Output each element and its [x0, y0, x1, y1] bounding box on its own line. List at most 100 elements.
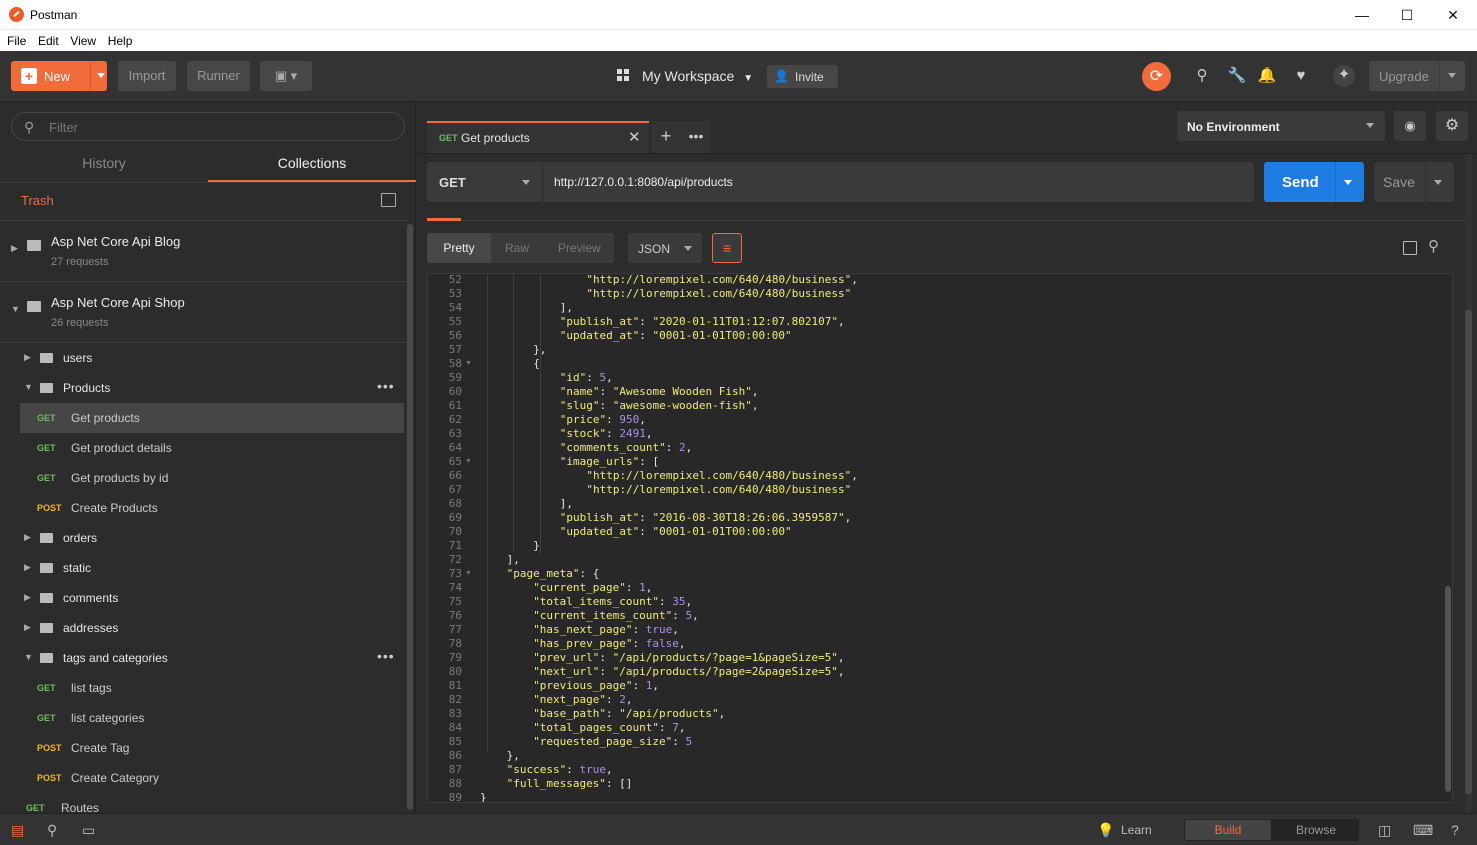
- eye-icon[interactable]: ◉: [1394, 111, 1426, 141]
- sidebar-folder[interactable]: ▼ tags and categories •••: [20, 643, 404, 673]
- code-line: "comments_count": 2,: [560, 441, 692, 455]
- chevron-down-icon[interactable]: ▼: [11, 304, 20, 314]
- chevron-right-icon[interactable]: ▶: [24, 352, 31, 363]
- more-tabs-button[interactable]: •••: [681, 121, 711, 153]
- menu-view[interactable]: View: [70, 30, 96, 48]
- chevron-right-icon[interactable]: ▶: [11, 243, 18, 254]
- indent-guide: [513, 274, 515, 554]
- sidebar-request[interactable]: POST Create Category: [20, 763, 404, 793]
- language-select[interactable]: JSON: [628, 233, 702, 263]
- request-tab[interactable]: GET Get products ✕: [427, 121, 649, 153]
- tab-history[interactable]: History: [0, 150, 208, 182]
- invite-button[interactable]: 👤 Invite: [767, 65, 838, 88]
- sidebar-folder[interactable]: ▶ orders: [20, 523, 404, 553]
- keyboard-shortcuts-icon[interactable]: ⌨: [1413, 822, 1433, 839]
- url-input[interactable]: http://127.0.0.1:8080/api/products: [543, 162, 1254, 202]
- filter-input[interactable]: ⚲ Filter: [11, 112, 405, 141]
- chevron-down-icon[interactable]: [1448, 73, 1456, 78]
- satellite-icon[interactable]: ⚲: [1192, 66, 1212, 86]
- chevron-down-icon[interactable]: [1344, 180, 1352, 185]
- sidebar-request[interactable]: GET Get product details: [20, 433, 404, 463]
- method-select[interactable]: GET: [427, 162, 542, 202]
- format-preview[interactable]: Preview: [558, 241, 601, 255]
- gear-icon[interactable]: ⚙: [1436, 111, 1468, 141]
- sidebar-folder[interactable]: ▶ users: [20, 343, 404, 373]
- maximize-button[interactable]: ☐: [1384, 0, 1430, 30]
- close-icon[interactable]: ✕: [628, 128, 641, 146]
- code-line: "publish_at": "2020-01-11T01:12:07.80210…: [560, 315, 845, 329]
- lightbulb-icon[interactable]: 💡: [1097, 822, 1114, 839]
- environment-select[interactable]: No Environment: [1177, 111, 1385, 141]
- chevron-right-icon[interactable]: ▶: [24, 532, 31, 543]
- chevron-down-icon[interactable]: ▼: [24, 382, 33, 392]
- chevron-down-icon[interactable]: ▼: [24, 652, 33, 662]
- save-button[interactable]: Save: [1374, 162, 1454, 202]
- more-options-icon[interactable]: •••: [377, 378, 395, 394]
- chevron-right-icon[interactable]: ▶: [24, 622, 31, 633]
- wrench-icon[interactable]: 🔧: [1227, 66, 1247, 86]
- sidebar-scrollbar[interactable]: [407, 224, 413, 810]
- send-button[interactable]: Send: [1264, 162, 1364, 202]
- tab-collections[interactable]: Collections: [208, 150, 416, 182]
- code-line: "http://lorempixel.com/640/480/business"…: [586, 469, 858, 483]
- more-options-icon[interactable]: •••: [377, 648, 395, 664]
- trash-link[interactable]: Trash: [21, 193, 54, 208]
- sidebar-folder[interactable]: ▶ static: [20, 553, 404, 583]
- new-collection-icon[interactable]: [381, 193, 396, 207]
- collection-item[interactable]: ▶ Asp Net Core Api Blog 27 requests: [0, 221, 408, 281]
- browse-mode-button[interactable]: Browse: [1274, 820, 1358, 840]
- learn-link[interactable]: Learn: [1121, 823, 1152, 837]
- heart-icon[interactable]: ♥: [1291, 66, 1311, 86]
- runner-button[interactable]: Runner: [187, 61, 250, 91]
- chevron-right-icon[interactable]: ▶: [24, 592, 31, 603]
- sidebar-folder[interactable]: ▼ Products •••: [20, 373, 404, 403]
- menu-file[interactable]: File: [7, 30, 26, 48]
- sidebar-folder[interactable]: ▶ addresses: [20, 613, 404, 643]
- pane-scrollbar[interactable]: [1465, 154, 1472, 814]
- build-mode-button[interactable]: Build: [1185, 820, 1271, 840]
- two-pane-view-icon[interactable]: ◫: [1378, 822, 1391, 839]
- format-raw[interactable]: Raw: [505, 241, 529, 255]
- open-new-window-button[interactable]: ▣ ▾: [260, 61, 312, 91]
- new-button[interactable]: + New: [11, 61, 107, 91]
- import-button[interactable]: Import: [118, 61, 176, 91]
- collection-item[interactable]: ▼ Asp Net Core Api Shop 26 requests: [0, 282, 408, 342]
- workspace-switcher[interactable]: My Workspace ▼: [642, 68, 753, 84]
- menu-edit[interactable]: Edit: [38, 30, 59, 48]
- sidebar-request[interactable]: GET Get products: [20, 403, 404, 433]
- menu-help[interactable]: Help: [108, 30, 133, 48]
- sync-status-icon[interactable]: ⟳: [1142, 62, 1171, 91]
- minimize-button[interactable]: —: [1339, 0, 1385, 30]
- chevron-right-icon[interactable]: ▶: [24, 562, 31, 573]
- sparkle-icon[interactable]: ✦: [1333, 65, 1355, 87]
- new-dropdown-caret-icon[interactable]: [97, 73, 105, 78]
- console-icon[interactable]: ▭: [82, 822, 95, 839]
- fold-toggle-icon[interactable]: ▼: [465, 360, 472, 367]
- toggle-sidebar-icon[interactable]: ▤: [11, 822, 24, 839]
- upgrade-button[interactable]: Upgrade: [1369, 61, 1465, 91]
- chevron-down-icon[interactable]: [1434, 180, 1442, 185]
- sidebar-request[interactable]: GET Get products by id: [20, 463, 404, 493]
- add-tab-button[interactable]: +: [651, 121, 681, 153]
- bell-icon[interactable]: 🔔: [1257, 66, 1277, 86]
- sidebar-request[interactable]: POST Create Tag: [20, 733, 404, 763]
- code-token: :: [672, 735, 686, 748]
- response-body-editor[interactable]: 52 53 54 55 56 57 58 ▼ 59 60 61 62 63 64 65 ▼ 66 67 68 69 70…: [427, 273, 1453, 803]
- search-icon[interactable]: ⚲: [1428, 237, 1439, 255]
- sidebar-request[interactable]: GET list categories: [20, 703, 404, 733]
- code-line: },: [507, 749, 520, 763]
- fold-toggle-icon[interactable]: ▼: [465, 570, 472, 577]
- close-window-button[interactable]: ✕: [1430, 0, 1476, 30]
- sidebar-folder[interactable]: ▶ comments: [20, 583, 404, 613]
- sidebar-request[interactable]: POST Create Products: [20, 493, 404, 523]
- wrap-lines-icon[interactable]: ≡: [712, 233, 742, 263]
- editor-scrollbar[interactable]: [1445, 586, 1451, 792]
- fold-toggle-icon[interactable]: ▼: [465, 458, 472, 465]
- help-icon[interactable]: ?: [1451, 822, 1459, 838]
- find-replace-icon[interactable]: ⚲: [47, 822, 57, 839]
- copy-icon[interactable]: [1403, 241, 1417, 255]
- code-line: "next_page": 2,: [533, 693, 632, 707]
- sidebar-request[interactable]: GET list tags: [20, 673, 404, 703]
- format-pretty[interactable]: Pretty: [427, 233, 491, 263]
- request-name: list tags: [71, 681, 112, 695]
